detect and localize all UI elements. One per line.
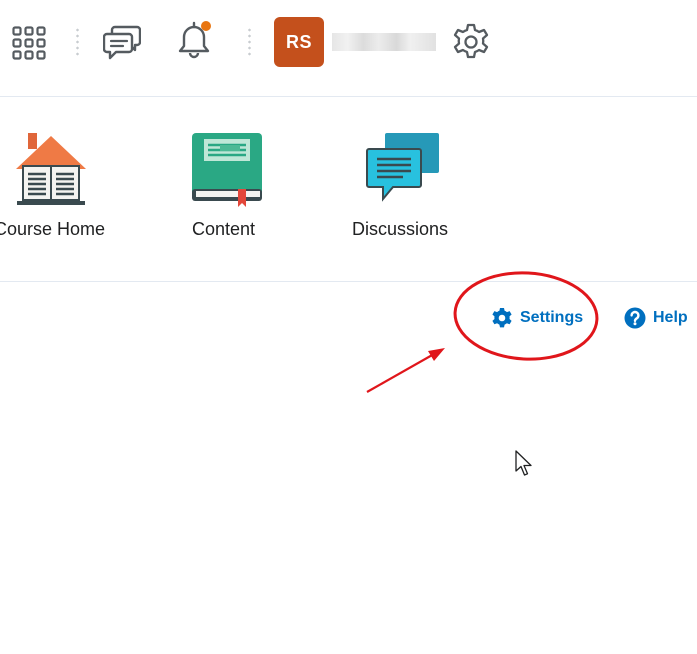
nav-item-content[interactable]: Content [180,97,280,281]
help-link[interactable]: Help [624,307,688,329]
nav-item-label: Discussions [352,219,449,239]
avatar-initials: RS [285,31,312,52]
nav-item-label: Content [192,219,256,239]
apps-grid-icon[interactable] [12,26,46,65]
settings-link[interactable]: Settings [491,307,583,329]
username-redacted[interactable] [332,33,436,51]
course-navbar: Course Home Content Discussions [0,97,697,282]
header-separator [76,27,79,57]
nav-item-course-home[interactable]: Course Home [0,97,130,281]
house-book-icon [14,131,88,210]
chat-icon[interactable] [102,23,142,66]
gear-icon[interactable] [452,23,490,66]
settings-gear-icon [492,308,512,328]
help-icon [624,307,646,329]
avatar[interactable]: RS [274,17,324,67]
notification-dot [201,21,211,31]
nav-item-label: Course Home [0,219,106,239]
help-label: Help [653,309,688,326]
top-header: RS [0,0,697,97]
bell-icon[interactable] [176,20,214,67]
book-icon [190,131,264,212]
header-separator [248,27,251,57]
discussions-icon [365,131,441,210]
mouse-cursor-icon [515,450,535,483]
nav-item-discussions[interactable]: Discussions [350,97,460,281]
settings-label: Settings [520,309,584,326]
